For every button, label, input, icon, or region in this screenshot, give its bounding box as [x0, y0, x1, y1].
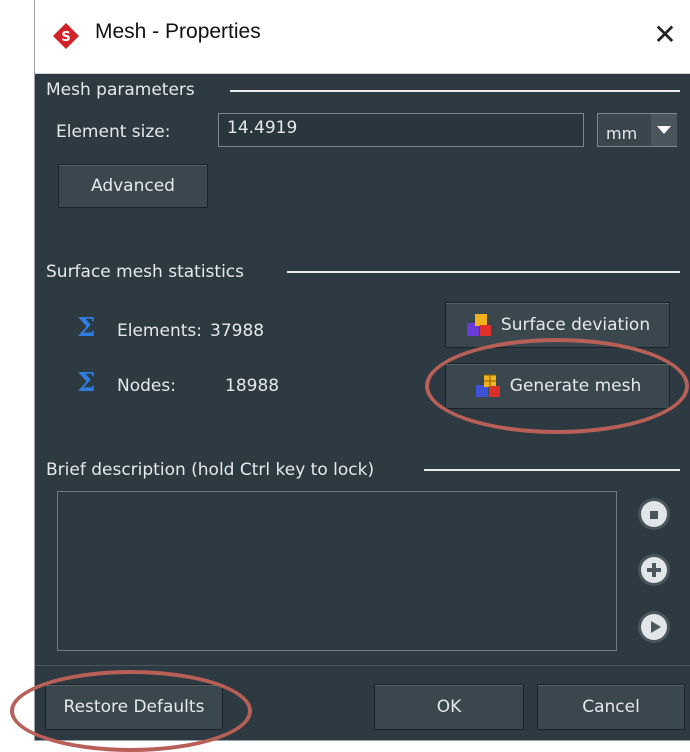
description-textarea[interactable]: [57, 491, 617, 651]
close-button[interactable]: ✕: [640, 10, 690, 60]
restore-defaults-button[interactable]: Restore Defaults: [45, 684, 223, 730]
advanced-button[interactable]: Advanced: [58, 164, 208, 208]
nodes-value: 18988: [225, 376, 280, 396]
surface-deviation-button[interactable]: Surface deviation: [445, 302, 670, 348]
description-heading: Brief description (hold Ctrl key to lock…: [46, 460, 375, 480]
svg-text:S: S: [61, 30, 70, 45]
statistics-heading: Surface mesh statistics: [46, 262, 244, 282]
window-title: Mesh - Properties: [95, 20, 261, 43]
ok-label: OK: [436, 697, 462, 717]
section-divider: [424, 469, 680, 471]
nodes-label: Nodes:: [117, 376, 176, 396]
cancel-label: Cancel: [582, 697, 640, 717]
generate-mesh-button[interactable]: Generate mesh: [445, 363, 670, 409]
element-size-input[interactable]: 14.4919: [218, 113, 584, 147]
chevron-down-icon: [651, 114, 677, 146]
ok-button[interactable]: OK: [374, 684, 524, 730]
mesh-cubes-icon: [475, 374, 500, 397]
save-icon[interactable]: [641, 501, 667, 527]
restore-defaults-label: Restore Defaults: [63, 697, 205, 717]
unit-select[interactable]: mm: [597, 113, 677, 147]
unit-value: mm: [606, 124, 638, 143]
cancel-button[interactable]: Cancel: [537, 684, 685, 730]
generate-mesh-label: Generate mesh: [509, 376, 642, 396]
footer-divider: [35, 665, 690, 666]
play-icon[interactable]: [641, 614, 667, 640]
advanced-label: Advanced: [91, 176, 175, 196]
elements-label: Elements:: [117, 321, 202, 341]
sigma-icon: Σ: [77, 368, 96, 398]
close-icon: ✕: [653, 18, 677, 51]
title-bar: S Mesh - Properties ✕: [35, 0, 690, 74]
add-icon[interactable]: [641, 557, 667, 583]
mesh-parameters-heading: Mesh parameters: [46, 80, 195, 100]
elements-value: 37988: [210, 321, 265, 341]
element-size-value: 14.4919: [227, 118, 298, 138]
section-divider: [230, 90, 680, 92]
mesh-properties-dialog: S Mesh - Properties ✕ Mesh parameters El…: [35, 0, 690, 740]
element-size-label: Element size:: [56, 122, 171, 142]
surface-deviation-label: Surface deviation: [500, 315, 651, 335]
sigma-icon: Σ: [77, 313, 96, 343]
section-divider: [287, 271, 680, 273]
app-logo-icon: S: [53, 23, 79, 49]
cubes-icon: [466, 314, 491, 336]
